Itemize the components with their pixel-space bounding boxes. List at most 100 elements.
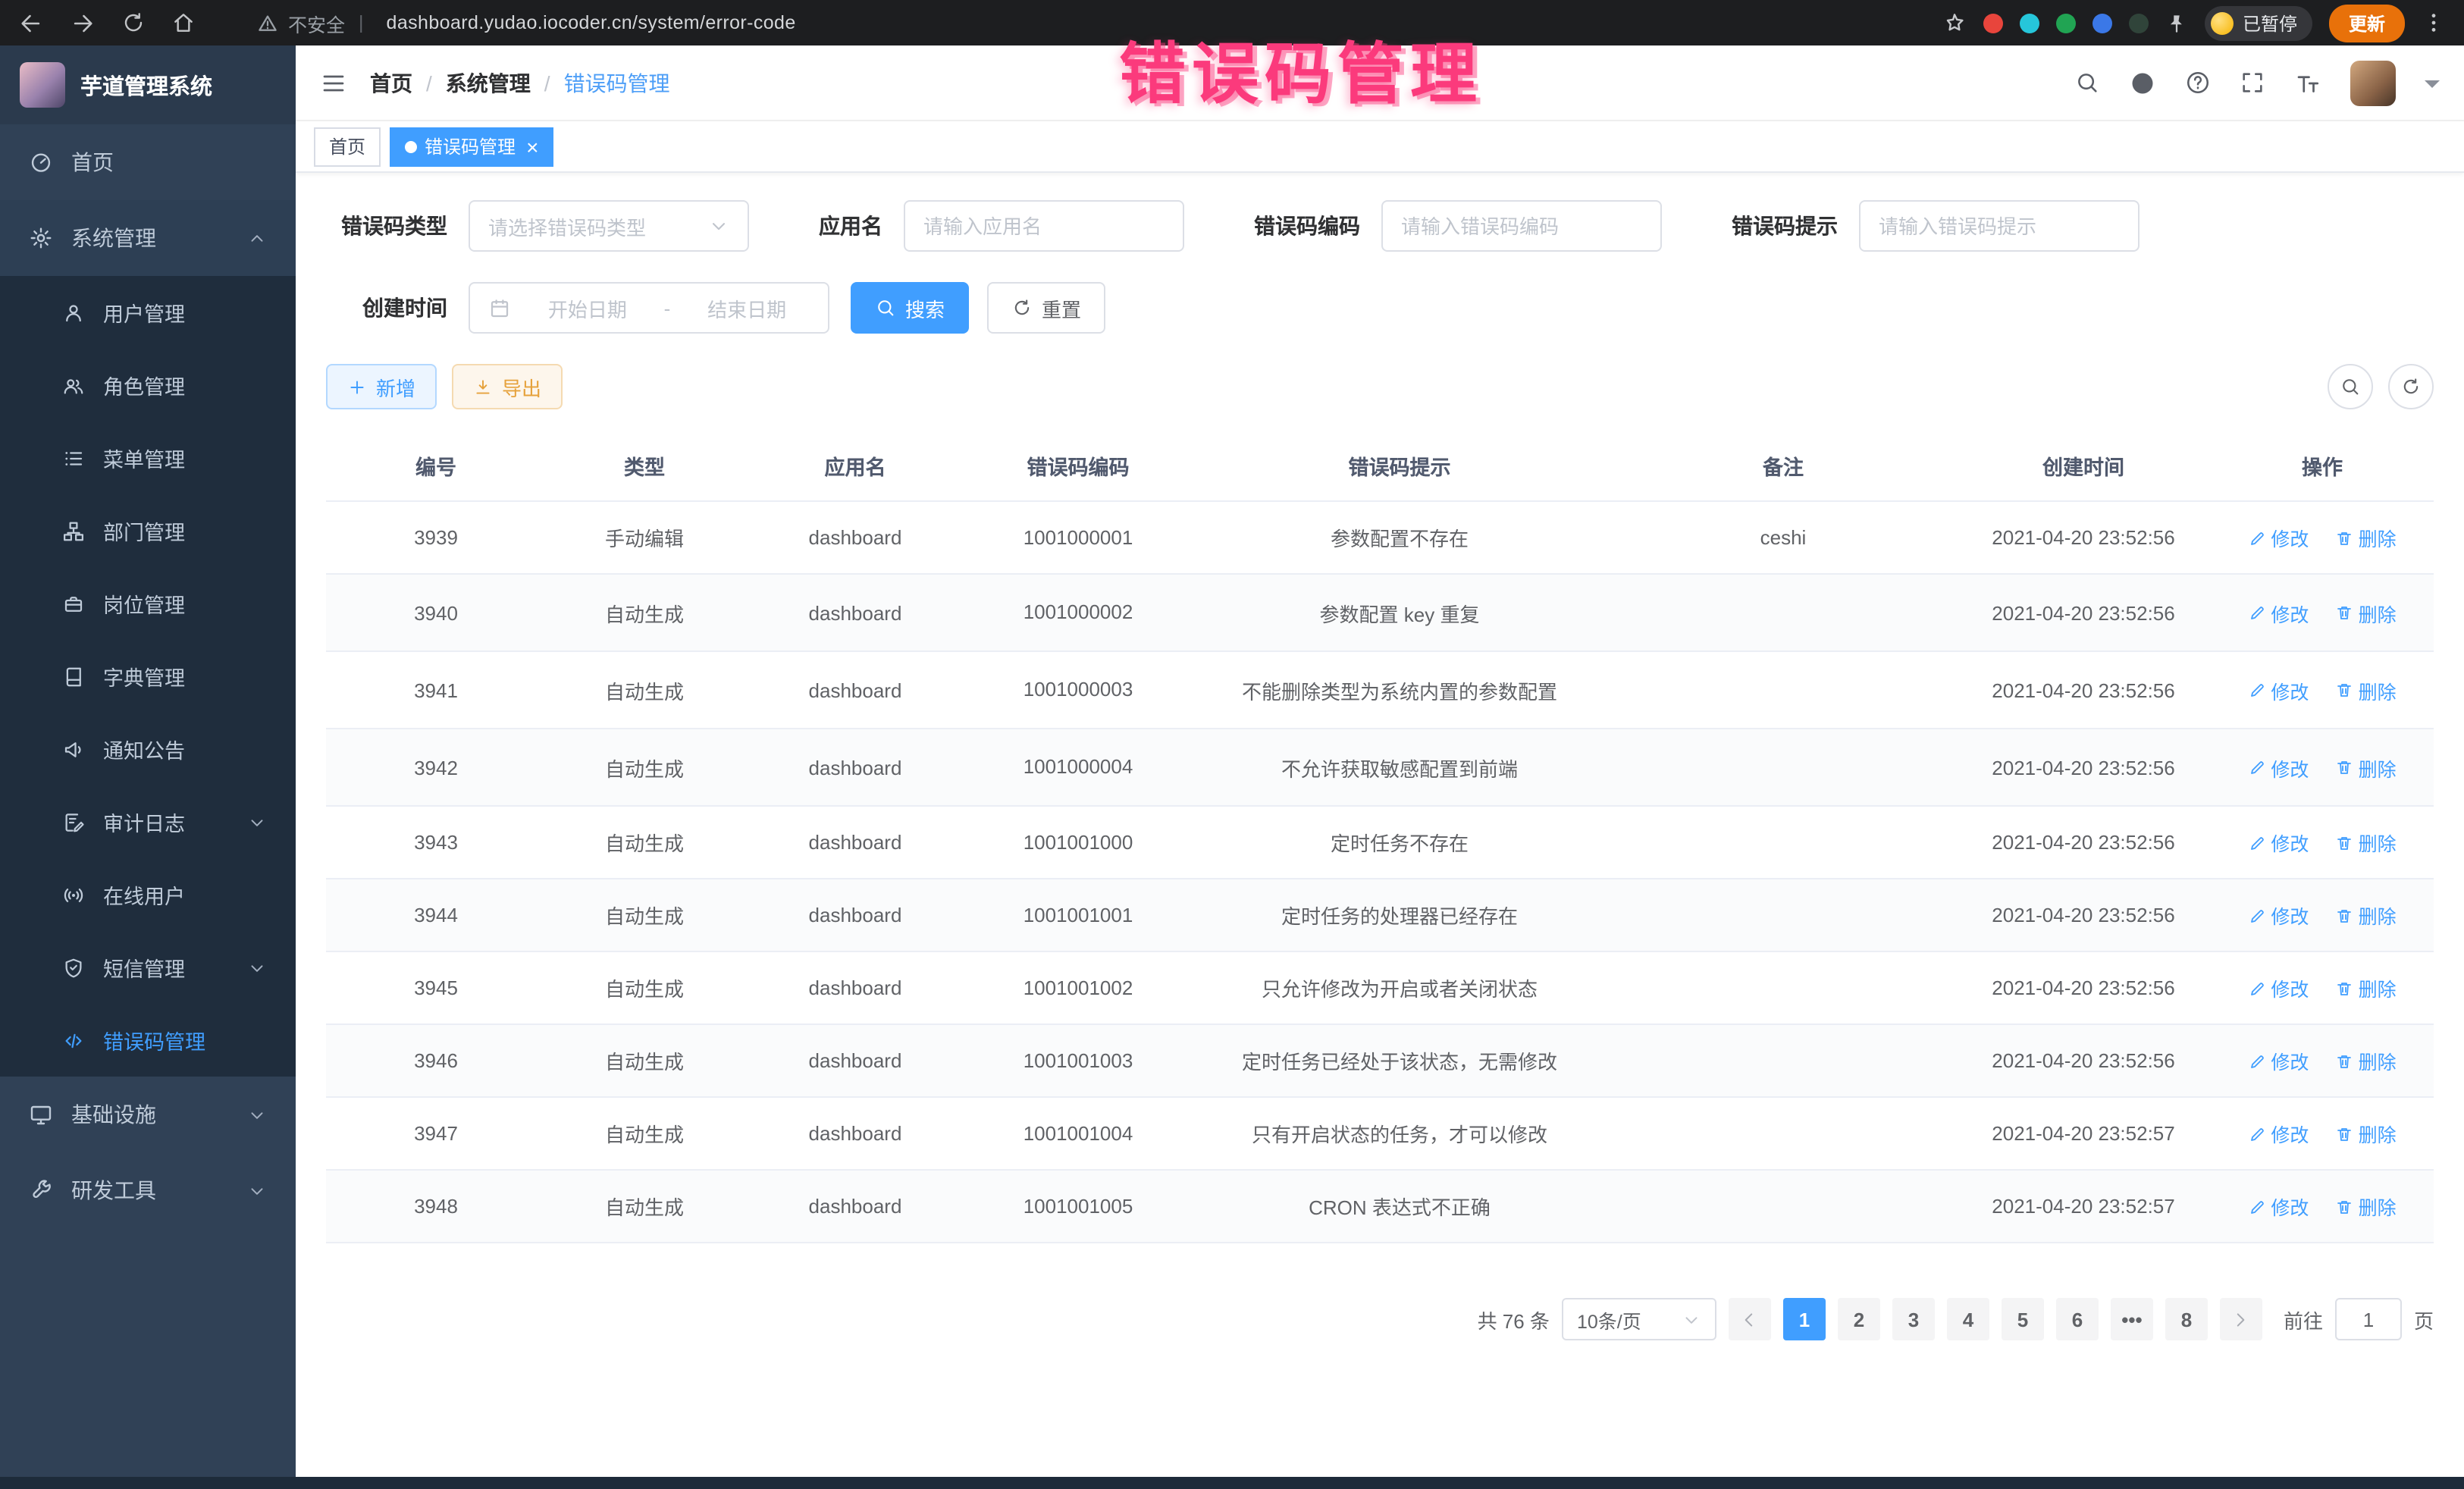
sidebar-item-错误码管理[interactable]: 错误码管理 [0,1004,296,1077]
page-button-2[interactable]: 2 [1838,1299,1880,1341]
toggle-search-button[interactable] [2328,364,2373,409]
cell-time: 2021-04-20 23:52:57 [1956,1098,2211,1171]
hamburger-icon[interactable] [320,69,347,96]
delete-link[interactable]: 删除 [2336,974,2397,1003]
security-indicator[interactable]: 不安全 | [256,8,368,37]
sidebar-item-home[interactable]: 首页 [0,124,296,200]
edit-link[interactable]: 修改 [2248,829,2309,857]
tools-icon [29,1178,53,1202]
search-icon[interactable] [2074,70,2100,96]
app-logo[interactable]: 芋道管理系统 [0,45,296,124]
prev-page-button[interactable] [1729,1299,1771,1341]
edit-link[interactable]: 修改 [2248,901,2309,930]
filter-row-1: 错误码类型 请选择错误码类型 应用名 错误码编码 [326,200,2434,252]
reset-button[interactable]: 重置 [987,282,1105,334]
extension-icon[interactable] [2020,13,2039,33]
textsize-icon[interactable] [2294,69,2321,96]
error-hint-input[interactable] [1859,200,2140,252]
cell-id: 3947 [326,1098,546,1171]
add-button[interactable]: 新增 [326,364,437,409]
edit-link[interactable]: 修改 [2248,676,2309,704]
page-button-8[interactable]: 8 [2165,1299,2208,1341]
page-button-5[interactable]: 5 [2002,1299,2044,1341]
close-icon[interactable]: × [526,136,538,157]
tab-首页[interactable]: 首页 [314,127,381,166]
error-type-select[interactable]: 请选择错误码类型 [469,200,749,252]
back-icon[interactable] [18,10,44,36]
home-icon[interactable] [171,11,196,35]
github-icon[interactable] [2129,69,2156,96]
delete-icon [2336,758,2354,776]
error-code-input[interactable] [1381,200,1662,252]
sidebar-item-用户管理[interactable]: 用户管理 [0,276,296,349]
delete-link[interactable]: 删除 [2336,523,2397,552]
pin-icon[interactable] [2165,11,2188,34]
extension-icon[interactable] [1983,13,2003,33]
refresh-table-button[interactable] [2388,364,2434,409]
more-pages-button[interactable]: ••• [2111,1299,2153,1341]
cell-code: 1001001002 [967,952,1189,1025]
delete-link[interactable]: 删除 [2336,753,2397,782]
refresh-icon [2400,376,2422,397]
star-icon[interactable] [1942,11,1967,35]
search-button[interactable]: 搜索 [851,282,969,334]
delete-link[interactable]: 删除 [2336,901,2397,930]
date-range-picker[interactable]: 开始日期 - 结束日期 [469,282,829,334]
delete-link[interactable]: 删除 [2336,1120,2397,1149]
sidebar-item-菜单管理[interactable]: 菜单管理 [0,422,296,494]
sidebar-item-在线用户[interactable]: 在线用户 [0,858,296,931]
update-button[interactable]: 更新 [2329,4,2405,42]
reload-icon[interactable] [121,11,146,35]
extension-icon[interactable] [2129,13,2149,33]
sidebar-item-审计日志[interactable]: 审计日志 [0,785,296,858]
edit-link[interactable]: 修改 [2248,974,2309,1003]
delete-link[interactable]: 删除 [2336,1047,2397,1076]
next-page-button[interactable] [2220,1299,2262,1341]
page-button-3[interactable]: 3 [1892,1299,1935,1341]
delete-link[interactable]: 删除 [2336,598,2397,627]
edit-link[interactable]: 修改 [2248,1120,2309,1149]
profile-chip[interactable]: 已暂停 [2205,5,2312,40]
page-button-4[interactable]: 4 [1947,1299,1989,1341]
edit-link[interactable]: 修改 [2248,523,2309,552]
cell-hint: 定时任务已经处于该状态，无需修改 [1189,1025,1610,1098]
breadcrumb: 首页/系统管理/错误码管理 [370,67,670,98]
sidebar-item-通知公告[interactable]: 通知公告 [0,713,296,785]
question-icon[interactable] [2185,70,2211,96]
page-button-1[interactable]: 1 [1783,1299,1826,1341]
page-button-6[interactable]: 6 [2056,1299,2099,1341]
delete-link[interactable]: 删除 [2336,829,2397,857]
fullscreen-icon[interactable] [2240,70,2265,96]
extension-icon[interactable] [2093,13,2112,33]
sidebar-item-研发工具[interactable]: 研发工具 [0,1152,296,1228]
sidebar-item-岗位管理[interactable]: 岗位管理 [0,567,296,640]
forward-icon[interactable] [70,10,96,36]
sidebar-item-基础设施[interactable]: 基础设施 [0,1077,296,1152]
breadcrumb-item[interactable]: 系统管理 [446,67,531,98]
edit-icon [2248,603,2266,622]
kebab-icon[interactable] [2422,11,2446,35]
export-button[interactable]: 导出 [452,364,563,409]
caret-down-icon[interactable] [2425,80,2440,95]
tab-错误码管理[interactable]: 错误码管理 × [390,127,553,166]
extension-icon[interactable] [2056,13,2076,33]
delete-link[interactable]: 删除 [2336,676,2397,704]
cell-remark [1610,1098,1956,1171]
delete-link[interactable]: 删除 [2336,1193,2397,1221]
breadcrumb-item[interactable]: 首页 [370,67,412,98]
sidebar-section-system[interactable]: 系统管理 [0,200,296,276]
edit-link[interactable]: 修改 [2248,1047,2309,1076]
app-name-input[interactable] [904,200,1184,252]
edit-link[interactable]: 修改 [2248,598,2309,627]
sidebar-item-短信管理[interactable]: 短信管理 [0,931,296,1004]
url-text[interactable]: dashboard.yudao.iocoder.cn/system/error-… [387,12,796,33]
sidebar-item-角色管理[interactable]: 角色管理 [0,349,296,422]
goto-page-input[interactable] [2335,1299,2402,1341]
page-size-select[interactable]: 10条/页 [1562,1299,1716,1341]
edit-link[interactable]: 修改 [2248,1193,2309,1221]
sidebar-item-部门管理[interactable]: 部门管理 [0,494,296,567]
breadcrumb-item[interactable]: 错误码管理 [564,67,670,98]
sidebar-item-字典管理[interactable]: 字典管理 [0,640,296,713]
edit-link[interactable]: 修改 [2248,753,2309,782]
avatar[interactable] [2350,60,2396,105]
